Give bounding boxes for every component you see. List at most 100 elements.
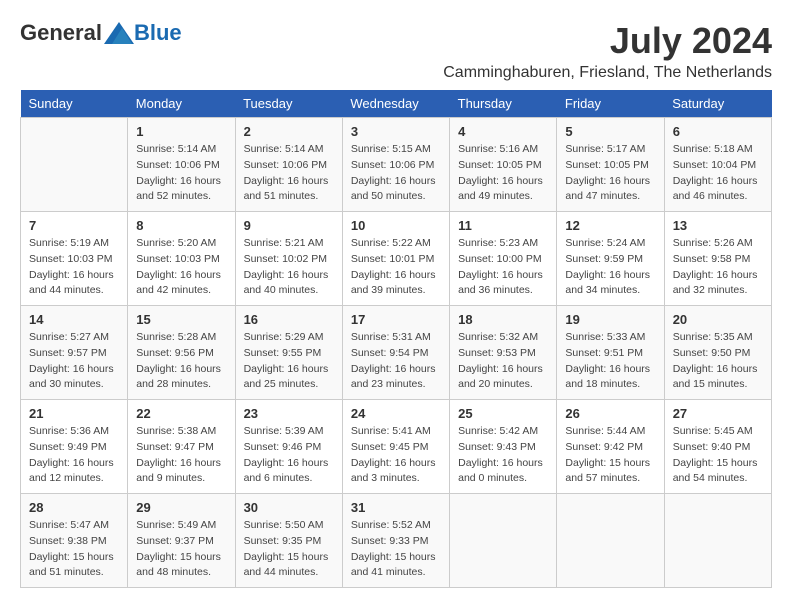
- calendar-cell: 12 Sunrise: 5:24 AMSunset: 9:59 PMDayligh…: [557, 212, 664, 306]
- calendar-cell: 17 Sunrise: 5:31 AMSunset: 9:54 PMDayligh…: [342, 306, 449, 400]
- calendar-cell: 3Sunrise: 5:15 AMSunset: 10:06 PMDayligh…: [342, 118, 449, 212]
- calendar-week-row: 7 Sunrise: 5:19 AMSunset: 10:03 PMDayligh…: [21, 212, 772, 306]
- calendar-cell: 29 Sunrise: 5:49 AMSunset: 9:37 PMDayligh…: [128, 494, 235, 588]
- day-info: Sunrise: 5:32 AMSunset: 9:53 PMDaylight:…: [458, 330, 548, 393]
- day-number: 2: [244, 124, 334, 139]
- calendar-cell: 24 Sunrise: 5:41 AMSunset: 9:45 PMDayligh…: [342, 400, 449, 494]
- day-info: Sunrise: 5:50 AMSunset: 9:35 PMDaylight:…: [244, 518, 334, 581]
- day-number: 7: [29, 218, 119, 233]
- calendar-cell: 4 Sunrise: 5:16 AMSunset: 10:05 PMDayligh…: [450, 118, 557, 212]
- day-info: Sunrise: 5:19 AMSunset: 10:03 PMDaylight…: [29, 236, 119, 299]
- day-number: 17: [351, 312, 441, 327]
- day-info: Sunrise: 5:45 AMSunset: 9:40 PMDaylight:…: [673, 424, 763, 487]
- calendar-week-row: 1 Sunrise: 5:14 AMSunset: 10:06 PMDayligh…: [21, 118, 772, 212]
- day-number: 20: [673, 312, 763, 327]
- column-header-wednesday: Wednesday: [342, 90, 449, 118]
- day-info: Sunrise: 5:27 AMSunset: 9:57 PMDaylight:…: [29, 330, 119, 393]
- column-header-thursday: Thursday: [450, 90, 557, 118]
- calendar-cell: 19Sunrise: 5:33 AMSunset: 9:51 PMDayligh…: [557, 306, 664, 400]
- calendar-cell: 2 Sunrise: 5:14 AMSunset: 10:06 PMDayligh…: [235, 118, 342, 212]
- day-info: Sunrise: 5:23 AMSunset: 10:00 PMDaylight…: [458, 236, 548, 299]
- calendar-cell: 23Sunrise: 5:39 AMSunset: 9:46 PMDayligh…: [235, 400, 342, 494]
- day-number: 1: [136, 124, 226, 139]
- calendar-cell: 9 Sunrise: 5:21 AMSunset: 10:02 PMDayligh…: [235, 212, 342, 306]
- day-number: 9: [244, 218, 334, 233]
- column-header-tuesday: Tuesday: [235, 90, 342, 118]
- day-number: 5: [565, 124, 655, 139]
- calendar-cell: [450, 494, 557, 588]
- month-year: July 2024: [443, 20, 772, 62]
- day-info: Sunrise: 5:26 AMSunset: 9:58 PMDaylight:…: [673, 236, 763, 299]
- day-info: Sunrise: 5:28 AMSunset: 9:56 PMDaylight:…: [136, 330, 226, 393]
- day-number: 6: [673, 124, 763, 139]
- logo: General Blue: [20, 20, 182, 46]
- day-number: 8: [136, 218, 226, 233]
- calendar-cell: 28 Sunrise: 5:47 AMSunset: 9:38 PMDayligh…: [21, 494, 128, 588]
- day-number: 25: [458, 406, 548, 421]
- day-info: Sunrise: 5:31 AMSunset: 9:54 PMDaylight:…: [351, 330, 441, 393]
- day-info: Sunrise: 5:49 AMSunset: 9:37 PMDaylight:…: [136, 518, 226, 581]
- day-number: 24: [351, 406, 441, 421]
- day-info: Sunrise: 5:21 AMSunset: 10:02 PMDaylight…: [244, 236, 334, 299]
- column-header-friday: Friday: [557, 90, 664, 118]
- calendar-cell: 11 Sunrise: 5:23 AMSunset: 10:00 PMDaylig…: [450, 212, 557, 306]
- day-info: Sunrise: 5:14 AMSunset: 10:06 PMDaylight…: [244, 142, 334, 205]
- header: General Blue July 2024 Camminghaburen, F…: [20, 20, 772, 82]
- day-info: Sunrise: 5:14 AMSunset: 10:06 PMDaylight…: [136, 142, 226, 205]
- calendar-cell: [21, 118, 128, 212]
- calendar-cell: [557, 494, 664, 588]
- day-info: Sunrise: 5:38 AMSunset: 9:47 PMDaylight:…: [136, 424, 226, 487]
- logo-general-text: General: [20, 20, 102, 46]
- day-info: Sunrise: 5:33 AMSunset: 9:51 PMDaylight:…: [565, 330, 655, 393]
- day-info: Sunrise: 5:35 AMSunset: 9:50 PMDaylight:…: [673, 330, 763, 393]
- day-number: 16: [244, 312, 334, 327]
- day-info: Sunrise: 5:47 AMSunset: 9:38 PMDaylight:…: [29, 518, 119, 581]
- day-info: Sunrise: 5:29 AMSunset: 9:55 PMDaylight:…: [244, 330, 334, 393]
- calendar-cell: 8 Sunrise: 5:20 AMSunset: 10:03 PMDayligh…: [128, 212, 235, 306]
- calendar-cell: 13Sunrise: 5:26 AMSunset: 9:58 PMDayligh…: [664, 212, 771, 306]
- calendar-week-row: 21Sunrise: 5:36 AMSunset: 9:49 PMDayligh…: [21, 400, 772, 494]
- calendar-cell: 22 Sunrise: 5:38 AMSunset: 9:47 PMDayligh…: [128, 400, 235, 494]
- day-number: 21: [29, 406, 119, 421]
- column-header-saturday: Saturday: [664, 90, 771, 118]
- calendar-cell: 15 Sunrise: 5:28 AMSunset: 9:56 PMDayligh…: [128, 306, 235, 400]
- logo-icon: [104, 22, 134, 44]
- day-info: Sunrise: 5:16 AMSunset: 10:05 PMDaylight…: [458, 142, 548, 205]
- day-number: 28: [29, 500, 119, 515]
- column-header-sunday: Sunday: [21, 90, 128, 118]
- calendar-cell: 31Sunrise: 5:52 AMSunset: 9:33 PMDayligh…: [342, 494, 449, 588]
- calendar-cell: 7 Sunrise: 5:19 AMSunset: 10:03 PMDayligh…: [21, 212, 128, 306]
- calendar-cell: [664, 494, 771, 588]
- day-info: Sunrise: 5:42 AMSunset: 9:43 PMDaylight:…: [458, 424, 548, 487]
- day-info: Sunrise: 5:18 AMSunset: 10:04 PMDaylight…: [673, 142, 763, 205]
- calendar-cell: 30Sunrise: 5:50 AMSunset: 9:35 PMDayligh…: [235, 494, 342, 588]
- day-number: 26: [565, 406, 655, 421]
- calendar-week-row: 14Sunrise: 5:27 AMSunset: 9:57 PMDayligh…: [21, 306, 772, 400]
- day-info: Sunrise: 5:39 AMSunset: 9:46 PMDaylight:…: [244, 424, 334, 487]
- day-number: 11: [458, 218, 548, 233]
- day-number: 12: [565, 218, 655, 233]
- calendar-table: SundayMondayTuesdayWednesdayThursdayFrid…: [20, 90, 772, 588]
- day-info: Sunrise: 5:15 AMSunset: 10:06 PMDaylight…: [351, 142, 441, 205]
- calendar-cell: 14Sunrise: 5:27 AMSunset: 9:57 PMDayligh…: [21, 306, 128, 400]
- column-header-monday: Monday: [128, 90, 235, 118]
- day-number: 15: [136, 312, 226, 327]
- calendar-cell: 16 Sunrise: 5:29 AMSunset: 9:55 PMDayligh…: [235, 306, 342, 400]
- day-number: 4: [458, 124, 548, 139]
- day-info: Sunrise: 5:17 AMSunset: 10:05 PMDaylight…: [565, 142, 655, 205]
- day-info: Sunrise: 5:24 AMSunset: 9:59 PMDaylight:…: [565, 236, 655, 299]
- day-number: 10: [351, 218, 441, 233]
- day-number: 22: [136, 406, 226, 421]
- day-info: Sunrise: 5:22 AMSunset: 10:01 PMDaylight…: [351, 236, 441, 299]
- day-number: 29: [136, 500, 226, 515]
- day-info: Sunrise: 5:20 AMSunset: 10:03 PMDaylight…: [136, 236, 226, 299]
- day-info: Sunrise: 5:41 AMSunset: 9:45 PMDaylight:…: [351, 424, 441, 487]
- calendar-cell: 26 Sunrise: 5:44 AMSunset: 9:42 PMDayligh…: [557, 400, 664, 494]
- calendar-cell: 21Sunrise: 5:36 AMSunset: 9:49 PMDayligh…: [21, 400, 128, 494]
- calendar-cell: 25 Sunrise: 5:42 AMSunset: 9:43 PMDayligh…: [450, 400, 557, 494]
- calendar-cell: 18Sunrise: 5:32 AMSunset: 9:53 PMDayligh…: [450, 306, 557, 400]
- title-section: July 2024 Camminghaburen, Friesland, The…: [443, 20, 772, 82]
- calendar-week-row: 28 Sunrise: 5:47 AMSunset: 9:38 PMDayligh…: [21, 494, 772, 588]
- day-info: Sunrise: 5:52 AMSunset: 9:33 PMDaylight:…: [351, 518, 441, 581]
- day-info: Sunrise: 5:44 AMSunset: 9:42 PMDaylight:…: [565, 424, 655, 487]
